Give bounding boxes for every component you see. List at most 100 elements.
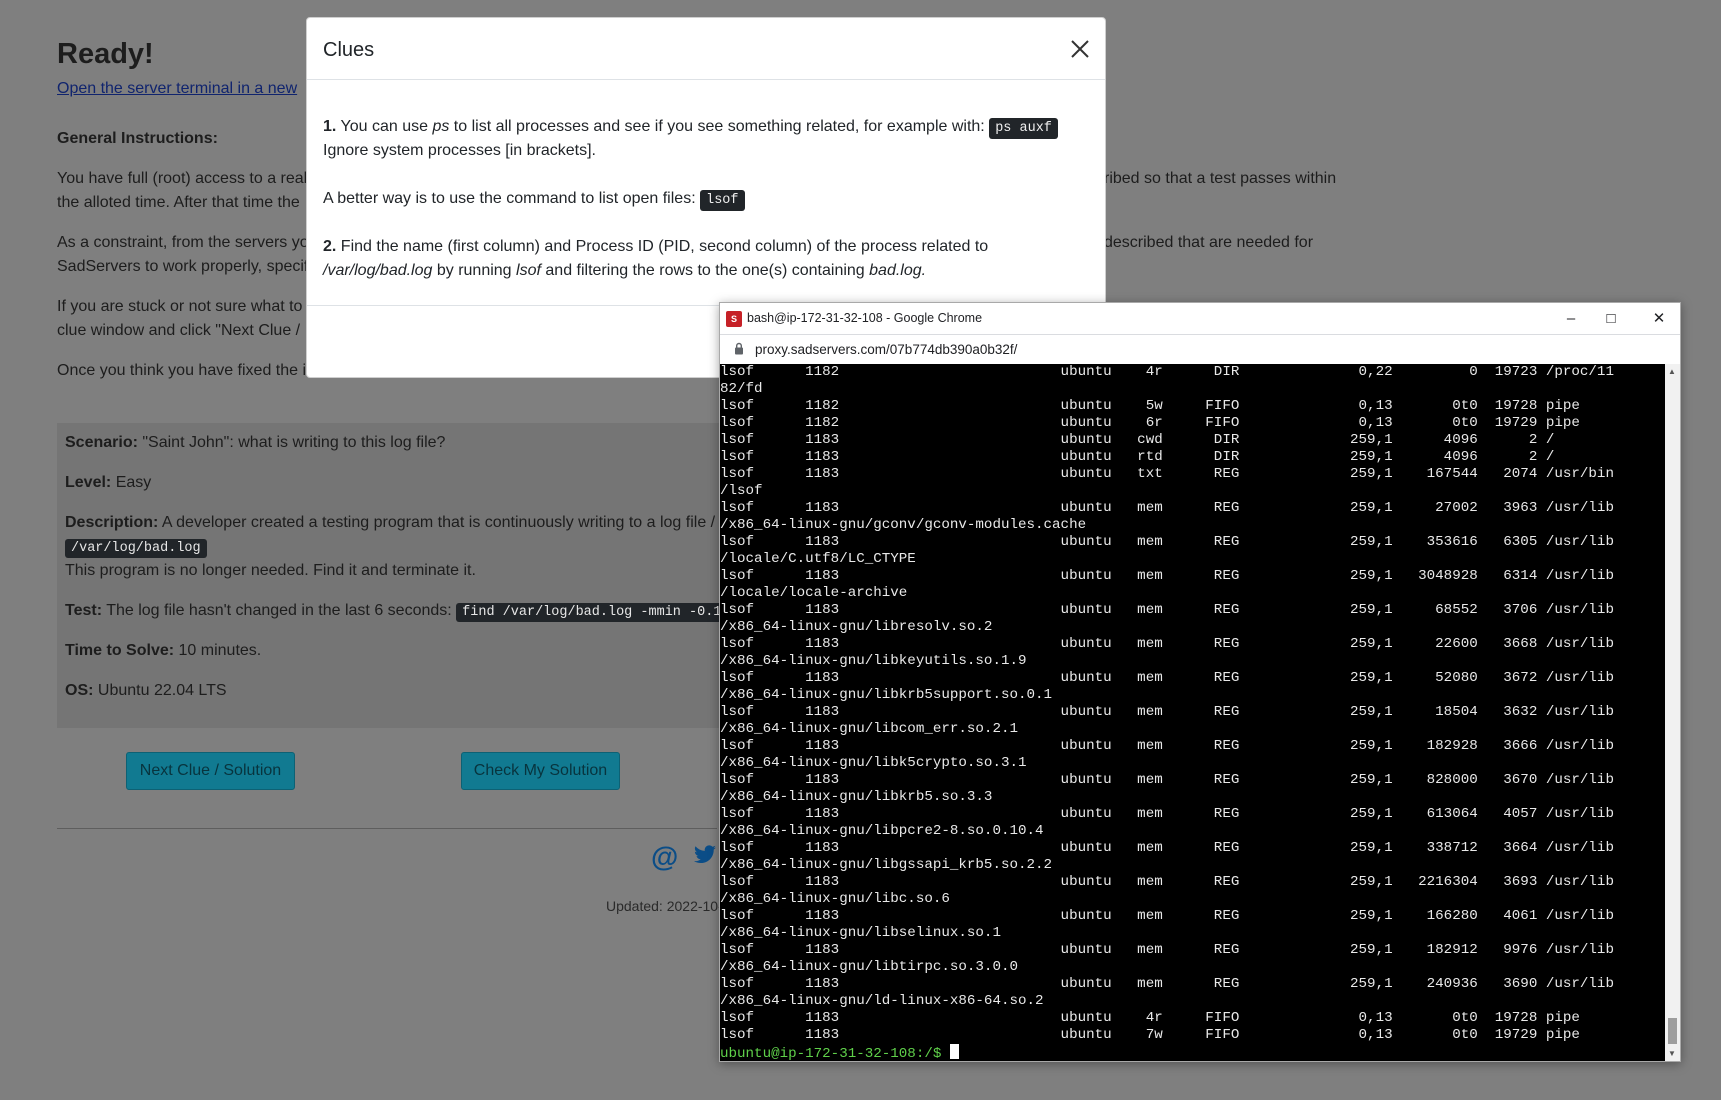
test-code: find /var/log/bad.log -mmin -0.1: [456, 603, 728, 622]
terminal-line: /locale/locale-archive: [720, 585, 908, 601]
clue-2-number: 2.: [323, 238, 337, 255]
terminal-window: S bash@ip-172-31-32-108 - Google Chrome …: [719, 302, 1681, 1062]
terminal-line: lsof 1183 ubuntu mem REG 259,1 166280 40…: [720, 908, 1614, 924]
terminal-line: /x86_64-linux-gnu/libkrb5.so.3.3: [720, 789, 993, 805]
terminal-line: lsof 1183 ubuntu mem REG 259,1 338712 36…: [720, 840, 1614, 856]
terminal-line: /x86_64-linux-gnu/libgssapi_krb5.so.2.2: [720, 857, 1053, 873]
terminal-line: /x86_64-linux-gnu/libc.so.6: [720, 891, 950, 907]
instr-line-1b: ribed so that a test passes within: [1104, 170, 1337, 187]
terminal-prompt: ubuntu@ip-172-31-32-108:/$: [720, 1046, 950, 1061]
scenario-label: Scenario:: [65, 434, 138, 451]
os-line: OS: Ubuntu 22.04 LTS: [65, 679, 227, 703]
clue-1-line-1: 1. You can use ps to list all processes …: [323, 115, 1058, 141]
lock-icon: [735, 342, 743, 355]
terminal-line: lsof 1183 ubuntu mem REG 259,1 22600 366…: [720, 636, 1614, 652]
clue-2-text: Find the name (first column) and Process…: [340, 238, 989, 255]
instr-line-3a: As a constraint, from the servers yo: [57, 234, 309, 251]
scenario-line: Scenario: "Saint John": what is writing …: [65, 431, 445, 455]
description-code-line: /var/log/bad.log: [65, 535, 207, 561]
window-close-icon[interactable]: ✕: [1648, 308, 1670, 330]
description-line: Description: A developer created a testi…: [65, 511, 715, 535]
check-solution-button[interactable]: Check My Solution: [461, 752, 620, 790]
terminal-output: lsof 1182 ubuntu 4r DIR 0,22 0 19723 /pr…: [720, 364, 1614, 1061]
time-line: Time to Solve: 10 minutes.: [65, 639, 261, 663]
clue-2-em-3: bad.log.: [869, 262, 927, 279]
modal-title: Clues: [323, 39, 375, 61]
description-label: Description:: [65, 514, 159, 531]
instr-line-1a: You have full (root) access to a real: [57, 170, 308, 187]
window-titlebar[interactable]: S bash@ip-172-31-32-108 - Google Chrome …: [720, 303, 1680, 334]
twitter-icon[interactable]: [692, 842, 718, 874]
terminal-prompt-line: ubuntu@ip-172-31-32-108:/$: [720, 1044, 1614, 1061]
instr-line-6a: clue window and click "Next Clue /: [57, 322, 301, 339]
terminal-line: lsof 1183 ubuntu mem REG 259,1 182912 99…: [720, 942, 1614, 958]
clue-1-text-b: to list all processes and see if you see…: [453, 118, 985, 135]
clue-1-line-2: Ignore system processes [in brackets].: [323, 142, 596, 159]
terminal-line: /x86_64-linux-gnu/libkrb5support.so.0.1: [720, 687, 1053, 703]
minimize-icon[interactable]: –: [1560, 308, 1582, 330]
terminal-line: lsof 1183 ubuntu 7w FIFO 0,13 0t0 19729 …: [720, 1027, 1580, 1043]
clue-2-line-1: 2. Find the name (first column) and Proc…: [323, 235, 988, 259]
terminal-line: lsof 1182 ubuntu 4r DIR 0,22 0 19723 /pr…: [720, 364, 1614, 380]
footer-divider: [57, 828, 717, 829]
test-line: Test: The log file hasn't changed in the…: [65, 599, 728, 625]
open-terminal-link[interactable]: Open the server terminal in a new: [57, 80, 297, 98]
terminal-line: lsof 1182 ubuntu 5w FIFO 0,13 0t0 19728 …: [720, 398, 1580, 414]
terminal-line: /x86_64-linux-gnu/libselinux.so.1: [720, 925, 1001, 941]
terminal-line: lsof 1183 ubuntu mem REG 259,1 18504 363…: [720, 704, 1614, 720]
scroll-up-icon[interactable]: ▲: [1668, 367, 1676, 376]
terminal-line: /lsof: [720, 483, 763, 499]
terminal-line: /x86_64-linux-gnu/libresolv.so.2: [720, 619, 993, 635]
terminal-line: lsof 1183 ubuntu mem REG 259,1 613064 40…: [720, 806, 1614, 822]
address-bar[interactable]: proxy.sadservers.com/07b774db390a0b32f/: [720, 334, 1680, 365]
clue-1-code: ps auxf: [989, 118, 1058, 139]
time-value: 10 minutes.: [178, 642, 262, 659]
terminal-line: lsof 1183 ubuntu 4r FIFO 0,13 0t0 19728 …: [720, 1010, 1580, 1026]
clue-2-line-2: /var/log/bad.log by running lsof and fil…: [323, 259, 926, 283]
clue-1-text-a: You can use: [340, 118, 428, 135]
clue-2-text-c: and filtering the rows to the one(s) con…: [545, 262, 865, 279]
clue-1-number: 1.: [323, 118, 337, 135]
terminal-line: /x86_64-linux-gnu/libcom_err.so.2.1: [720, 721, 1018, 737]
modal-header-divider: [307, 79, 1105, 80]
terminal-line: lsof 1183 ubuntu mem REG 259,1 353616 63…: [720, 534, 1614, 550]
terminal-scrollbar[interactable]: ▲ ▼: [1665, 364, 1680, 1061]
terminal-line: /x86_64-linux-gnu/libtirpc.so.3.0.0: [720, 959, 1018, 975]
email-icon[interactable]: @: [651, 841, 678, 873]
terminal-line: /locale/C.utf8/LC_CTYPE: [720, 551, 916, 567]
instr-line-7a: Once you think you have fixed the i: [57, 362, 307, 379]
instr-line-2a: the alloted time. After that time the: [57, 194, 300, 211]
instr-line-5a: If you are stuck or not sure what to: [57, 298, 303, 315]
terminal-line: /x86_64-linux-gnu/ld-linux-x86-64.so.2: [720, 993, 1044, 1009]
clue-2-em-2: lsof: [516, 262, 541, 279]
scenario-value: "Saint John": what is writing to this lo…: [142, 434, 446, 451]
level-value: Easy: [115, 474, 152, 491]
level-line: Level: Easy: [65, 471, 151, 495]
os-value: Ubuntu 22.04 LTS: [97, 682, 227, 699]
level-label: Level:: [65, 474, 112, 491]
time-label: Time to Solve:: [65, 642, 175, 659]
page-title: Ready!: [57, 38, 154, 70]
next-clue-button[interactable]: Next Clue / Solution: [126, 752, 295, 790]
general-instructions-title: General Instructions:: [57, 130, 218, 147]
clue-2-text-b: by running: [436, 262, 512, 279]
maximize-icon[interactable]: □: [1600, 308, 1622, 330]
os-label: OS:: [65, 682, 94, 699]
description-line-2: This program is no longer needed. Find i…: [65, 562, 476, 579]
terminal-line: lsof 1183 ubuntu mem REG 259,1 27002 396…: [720, 500, 1614, 516]
terminal-line: lsof 1183 ubuntu mem REG 259,1 828000 36…: [720, 772, 1614, 788]
terminal-cursor: [949, 1044, 959, 1059]
terminal-screen[interactable]: lsof 1182 ubuntu 4r DIR 0,22 0 19723 /pr…: [720, 364, 1665, 1061]
close-icon[interactable]: [1069, 38, 1091, 60]
scroll-down-icon[interactable]: ▼: [1668, 1049, 1676, 1058]
terminal-line: lsof 1183 ubuntu mem REG 259,1 3048928 6…: [720, 568, 1614, 584]
clue-lsof-code: lsof: [700, 190, 745, 211]
terminal-line: lsof 1183 ubuntu mem REG 259,1 68552 370…: [720, 602, 1614, 618]
terminal-line: /x86_64-linux-gnu/libkeyutils.so.1.9: [720, 653, 1027, 669]
scrollbar-thumb[interactable]: [1668, 1018, 1677, 1044]
clue-1-em: ps: [432, 118, 450, 135]
terminal-line: lsof 1183 ubuntu txt REG 259,1 167544 20…: [720, 466, 1614, 482]
description-value: A developer created a testing program th…: [161, 514, 716, 531]
clue-lsof-text: A better way is to use the command to li…: [323, 190, 696, 207]
terminal-line: /x86_64-linux-gnu/libpcre2-8.so.0.10.4: [720, 823, 1044, 839]
